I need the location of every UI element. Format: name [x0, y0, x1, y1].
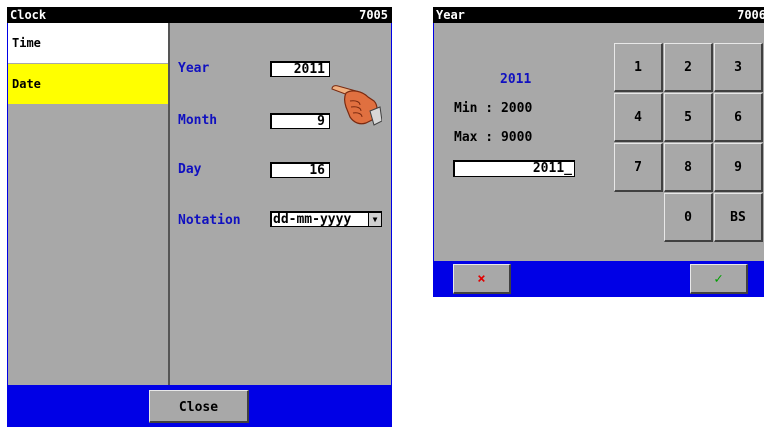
day-field[interactable]: 16 — [270, 162, 330, 178]
key-2[interactable]: 2 — [664, 43, 713, 92]
day-label: Day — [178, 162, 202, 177]
min-text: Min : 2000 — [454, 101, 533, 116]
year-footer: × ✓ — [433, 261, 764, 297]
key-3[interactable]: 3 — [714, 43, 763, 92]
clock-id-code: 7005 — [359, 8, 388, 22]
current-value: 2011 — [500, 72, 532, 87]
year-field[interactable]: 2011 — [270, 61, 330, 77]
year-body: 2011 Min : 2000 Max : 9000 2011_ 1 2 3 4… — [434, 23, 764, 261]
clock-window: Clock 7005 Time Date Year 2011 Month 9 D… — [7, 7, 392, 427]
clock-title: Clock — [10, 8, 47, 22]
month-field[interactable]: 9 — [270, 113, 330, 129]
key-7[interactable]: 7 — [614, 143, 663, 192]
checkmark-icon: ✓ — [714, 271, 723, 287]
year-title: Year — [436, 8, 465, 22]
key-backspace[interactable]: BS — [714, 193, 763, 242]
key-9[interactable]: 9 — [714, 143, 763, 192]
key-6[interactable]: 6 — [714, 93, 763, 142]
clock-titlebar: Clock 7005 — [7, 7, 392, 23]
sidebar-item-time[interactable]: Time — [8, 23, 168, 63]
cross-icon: × — [477, 271, 486, 287]
chevron-down-icon[interactable]: ▼ — [368, 213, 381, 226]
close-button[interactable]: Close — [149, 390, 249, 423]
key-8[interactable]: 8 — [664, 143, 713, 192]
clock-body: Time Date Year 2011 Month 9 Day 16 Notat… — [8, 23, 391, 385]
notation-value: dd-mm-yyyy — [273, 212, 352, 227]
year-titlebar: Year 7006 — [433, 7, 764, 23]
key-5[interactable]: 5 — [664, 93, 713, 142]
key-1[interactable]: 1 — [614, 43, 663, 92]
key-4[interactable]: 4 — [614, 93, 663, 142]
value-entry-field[interactable]: 2011_ — [453, 160, 575, 177]
month-label: Month — [178, 113, 218, 128]
max-text: Max : 9000 — [454, 130, 533, 145]
hand-pointer-icon — [331, 85, 382, 126]
notation-label: Notation — [178, 213, 241, 228]
cancel-button[interactable]: × — [453, 264, 511, 294]
year-label: Year — [178, 61, 210, 76]
sidebar-item-date[interactable]: Date — [8, 64, 168, 104]
year-keypad-window: Year 7006 2011 Min : 2000 Max : 9000 201… — [433, 7, 764, 297]
year-id-code: 7006 — [737, 8, 764, 22]
ok-button[interactable]: ✓ — [690, 264, 748, 294]
sidebar: Time Date — [8, 23, 170, 385]
key-0[interactable]: 0 — [664, 193, 713, 242]
notation-select[interactable]: dd-mm-yyyy ▼ — [270, 211, 382, 227]
clock-footer: Close — [7, 385, 392, 427]
